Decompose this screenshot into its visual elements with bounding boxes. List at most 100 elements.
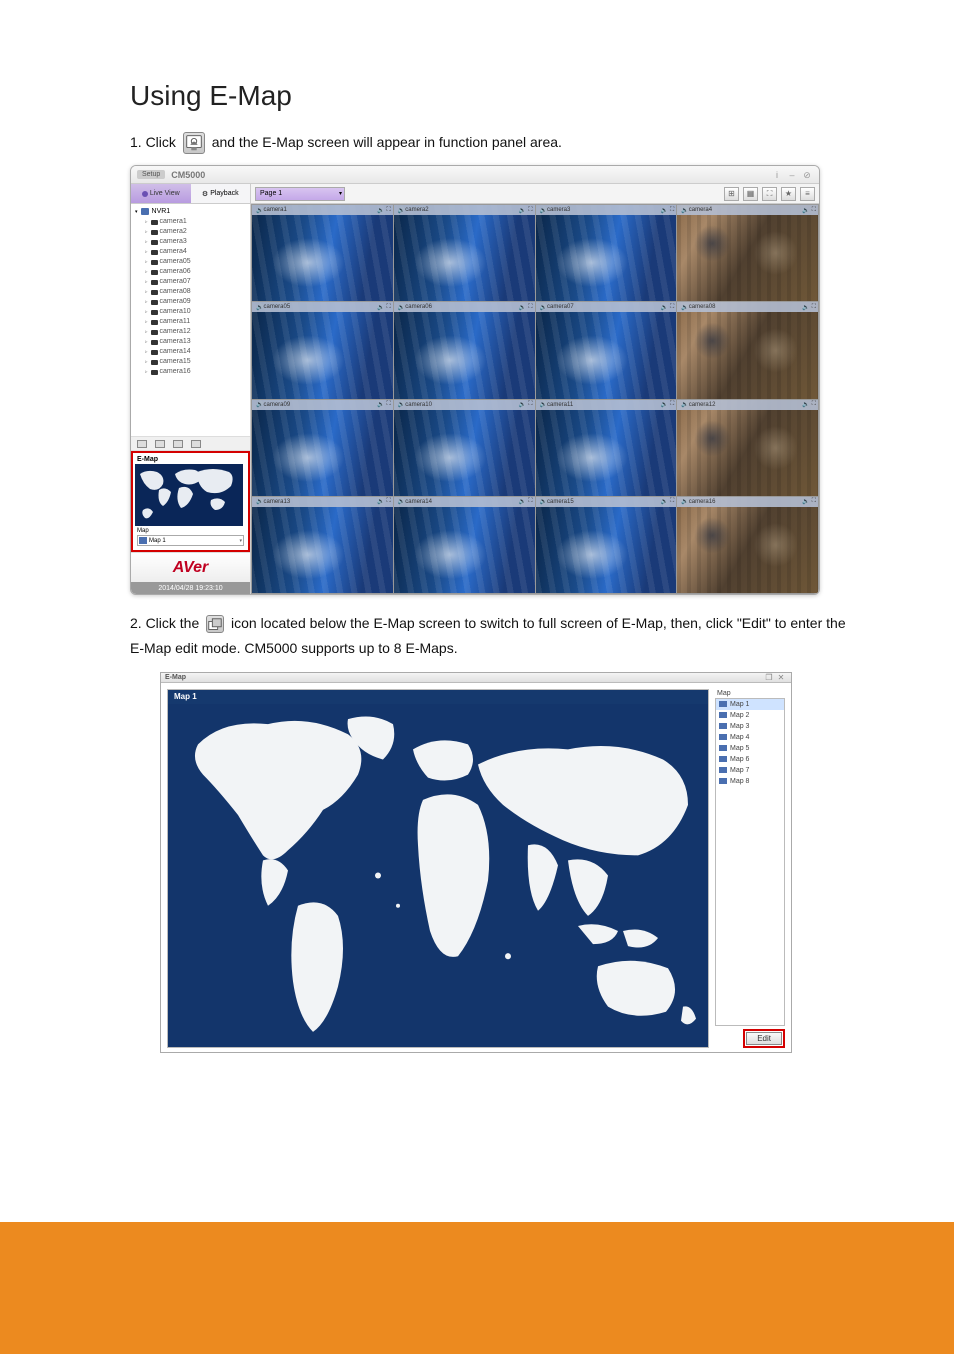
- audio-icon: 🔈: [519, 304, 526, 311]
- camera-tree[interactable]: ▾ NVR1 camera1 camera2 camera3 camera4 c…: [131, 204, 250, 437]
- audio-icon: 🔈: [377, 207, 384, 214]
- map-list-item[interactable]: Map 3: [716, 721, 784, 732]
- tab-playback-label: Playback: [210, 190, 238, 197]
- emap-panel-highlighted: E-Map: [131, 451, 250, 552]
- camera-tree-item[interactable]: camera05: [145, 257, 246, 267]
- fullscreen-popout-icon: [206, 615, 224, 633]
- camera-cell[interactable]: 🔊camera13🔈⛶: [252, 497, 393, 593]
- camera-cell[interactable]: 🔊camera2🔈⛶: [394, 205, 535, 301]
- edit-button[interactable]: Edit: [746, 1032, 782, 1045]
- camera-cell[interactable]: 🔊camera1🔈⛶: [252, 205, 393, 301]
- map-list-item[interactable]: Map 8: [716, 776, 784, 787]
- map-list[interactable]: Map 1 Map 2 Map 3 Map 4 Map 5 Map 6 Map …: [715, 698, 785, 1026]
- camera-tree-item[interactable]: camera10: [145, 307, 246, 317]
- left-sidebar: Live View ⚙ Playback ▾ NVR1: [131, 184, 251, 594]
- mini-icon-3[interactable]: [173, 440, 183, 448]
- camera-cell[interactable]: 🔊camera10🔈⛶: [394, 400, 535, 496]
- map-list-item[interactable]: Map 1: [716, 699, 784, 710]
- camera-label: camera3: [160, 237, 187, 247]
- map-icon: [719, 745, 727, 751]
- map-item-label: Map 8: [730, 776, 749, 787]
- camera-cell[interactable]: 🔊camera14🔈⛶: [394, 497, 535, 593]
- camera-cell[interactable]: 🔊camera3🔈⛶: [536, 205, 677, 301]
- camera-tree-item[interactable]: camera07: [145, 277, 246, 287]
- emap-thumbnail[interactable]: [135, 464, 243, 526]
- mini-icon-2[interactable]: [155, 440, 165, 448]
- cell-label: camera05: [263, 304, 375, 310]
- map-list-item[interactable]: Map 2: [716, 710, 784, 721]
- camera-tree-item[interactable]: camera13: [145, 337, 246, 347]
- expand-icon: ⛶: [528, 401, 532, 408]
- speaker-icon: 🔊: [540, 401, 547, 408]
- settings-icon[interactable]: ≡: [800, 187, 815, 201]
- camera-tree-item[interactable]: camera06: [145, 267, 246, 277]
- camera-label: camera05: [160, 257, 191, 267]
- map-list-item[interactable]: Map 7: [716, 765, 784, 776]
- map-list-item[interactable]: Map 4: [716, 732, 784, 743]
- camera-icon: [151, 340, 158, 345]
- camera-tree-item[interactable]: camera15: [145, 357, 246, 367]
- close-icon[interactable]: ⊘: [801, 171, 813, 179]
- camera-tree-item[interactable]: camera16: [145, 367, 246, 377]
- mini-icon-4[interactable]: [191, 440, 201, 448]
- expand-icon: ⛶: [812, 304, 816, 311]
- expand-icon: ⛶: [670, 207, 674, 214]
- camera-cell[interactable]: 🔊camera08🔈⛶: [677, 302, 818, 398]
- camera-tree-item[interactable]: camera14: [145, 347, 246, 357]
- page-select[interactable]: Page 1 ▾: [255, 187, 345, 201]
- map-icon: [719, 701, 727, 707]
- restore-icon[interactable]: ❐: [763, 673, 775, 682]
- nvr-icon: [141, 208, 149, 215]
- layout-grid-icon[interactable]: ⊞: [724, 187, 739, 201]
- camera-label: camera1: [160, 217, 187, 227]
- cell-label: camera14: [405, 499, 517, 505]
- camera-tree-item[interactable]: camera11: [145, 317, 246, 327]
- chevron-down-icon: ▾: [239, 538, 242, 544]
- map-item-label: Map 5: [730, 743, 749, 754]
- camera-icon: [151, 220, 158, 225]
- minimize-icon[interactable]: –: [786, 171, 798, 179]
- camera-cell[interactable]: 🔊camera12🔈⛶: [677, 400, 818, 496]
- chevron-down-icon: ▾: [339, 190, 344, 197]
- camera-cell[interactable]: 🔊camera15🔈⛶: [536, 497, 677, 593]
- camera-tree-item[interactable]: camera3: [145, 237, 246, 247]
- layout-small-icon[interactable]: ▦: [743, 187, 758, 201]
- setup-badge[interactable]: Setup: [137, 170, 165, 179]
- camera-label: camera15: [160, 357, 191, 367]
- nvr-node[interactable]: ▾ NVR1: [135, 208, 246, 215]
- camera-label: camera16: [160, 367, 191, 377]
- camera-cell[interactable]: 🔊camera11🔈⛶: [536, 400, 677, 496]
- camera-cell[interactable]: 🔊camera05🔈⛶: [252, 302, 393, 398]
- camera-tree-item[interactable]: camera08: [145, 287, 246, 297]
- camera-tree-item[interactable]: camera2: [145, 227, 246, 237]
- world-map-canvas[interactable]: [168, 704, 708, 1047]
- step2-prefix: 2. Click the: [130, 615, 199, 631]
- camera-label: camera09: [160, 297, 191, 307]
- cell-label: camera16: [689, 499, 801, 505]
- tab-playback[interactable]: ⚙ Playback: [191, 184, 251, 203]
- close-icon[interactable]: ✕: [775, 673, 787, 682]
- camera-tree-item[interactable]: camera09: [145, 297, 246, 307]
- favorite-icon[interactable]: ★: [781, 187, 796, 201]
- speaker-icon: 🔊: [540, 207, 547, 214]
- tab-live-label: Live View: [150, 190, 180, 197]
- camera-cell[interactable]: 🔊camera4🔈⛶: [677, 205, 818, 301]
- camera-cell[interactable]: 🔊camera06🔈⛶: [394, 302, 535, 398]
- camera-cell[interactable]: 🔊camera07🔈⛶: [536, 302, 677, 398]
- map-list-title: Map: [715, 689, 785, 698]
- camera-tree-item[interactable]: camera12: [145, 327, 246, 337]
- fullscreen-icon[interactable]: ⛶: [762, 187, 777, 201]
- camera-icon: [151, 370, 158, 375]
- tab-live-view[interactable]: Live View: [131, 184, 191, 203]
- map-list-item[interactable]: Map 6: [716, 754, 784, 765]
- camera-tree-item[interactable]: camera1: [145, 217, 246, 227]
- map-list-item[interactable]: Map 5: [716, 743, 784, 754]
- camera-cell[interactable]: 🔊camera16🔈⛶: [677, 497, 818, 593]
- info-icon[interactable]: i: [771, 171, 783, 179]
- mini-icon-1[interactable]: [137, 440, 147, 448]
- camera-tree-item[interactable]: camera4: [145, 247, 246, 257]
- screenshot-app-window: Setup CM5000 i – ⊘ Live View ⚙: [130, 165, 820, 595]
- emap-toolbar-icon: [183, 132, 205, 154]
- camera-cell[interactable]: 🔊camera09🔈⛶: [252, 400, 393, 496]
- emap-select[interactable]: Map 1 ▾: [137, 535, 244, 546]
